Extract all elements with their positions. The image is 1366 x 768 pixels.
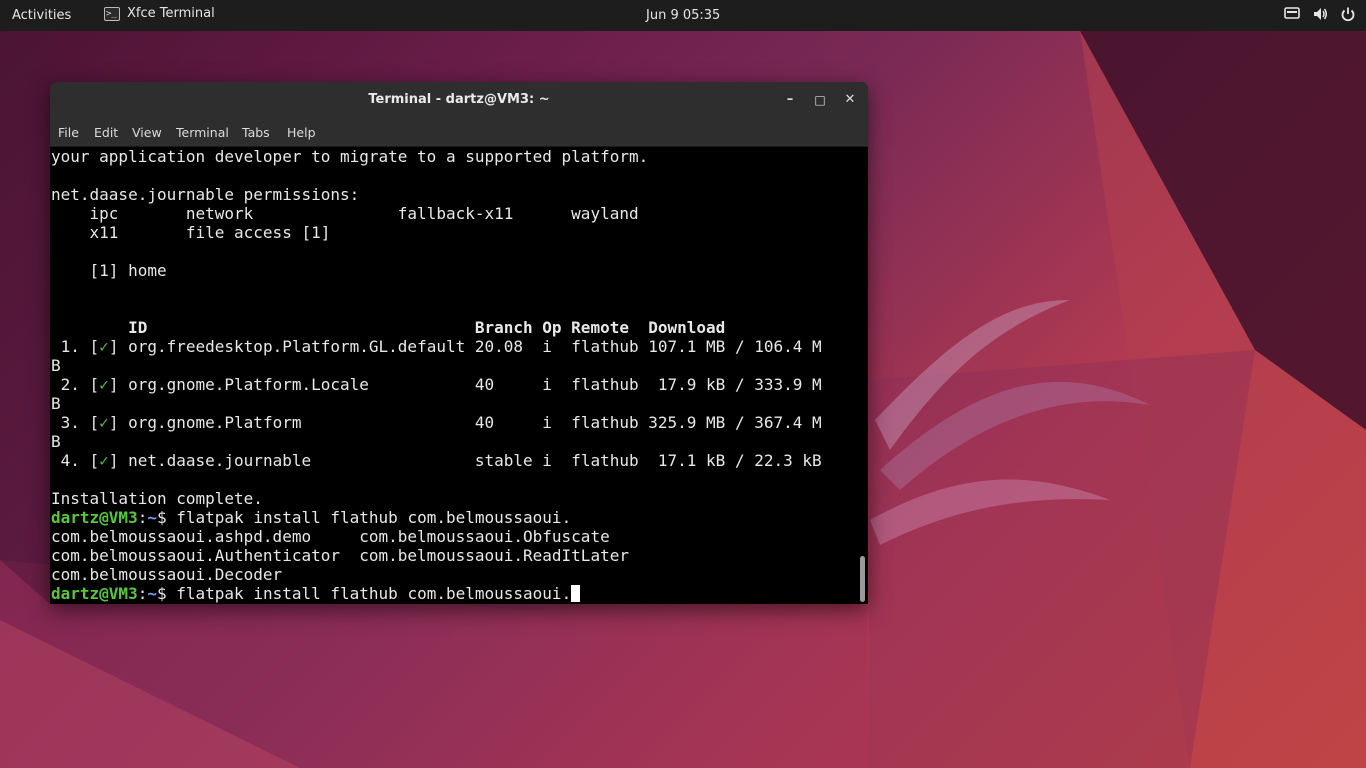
prompt-line[interactable]: dartz@VM3:~$ flatpak install flathub com… — [51, 584, 581, 603]
app-menu-button[interactable]: >_ Xfce Terminal — [104, 6, 215, 21]
terminal-icon: >_ — [104, 6, 120, 21]
app-name: Xfce Terminal — [127, 6, 215, 21]
row-text: ] org.freedesktop.Platform.GL.default 20… — [108, 337, 822, 356]
table-header: ID Branch Op Remote Download — [51, 318, 726, 337]
terminal-line: your application developer to migrate to… — [51, 147, 649, 166]
terminal-line: Installation complete. — [51, 489, 263, 508]
terminal-line: B — [51, 432, 61, 451]
prompt-separator: : — [137, 508, 148, 527]
table-row: 2. [✓] org.gnome.Platform.Locale 40 i fl… — [51, 375, 822, 394]
volume-icon — [1314, 8, 1327, 20]
title-bar[interactable]: Terminal - dartz@VM3: ~ – □ ✕ — [50, 82, 868, 118]
clock[interactable]: Jun 9 05:35 — [646, 8, 720, 23]
prompt-symbol: $ — [156, 508, 177, 527]
maximize-button[interactable]: □ — [809, 89, 831, 111]
activities-button[interactable]: Activities — [12, 8, 71, 23]
scrollbar-thumb[interactable] — [860, 556, 865, 602]
row-text: ] net.daase.journable stable i flathub 1… — [108, 451, 822, 470]
text-cursor — [571, 585, 581, 602]
row-number: 2. [ — [51, 375, 100, 394]
table-row: 3. [✓] org.gnome.Platform 40 i flathub 3… — [51, 413, 822, 432]
row-number: 1. [ — [51, 337, 100, 356]
window-title: Terminal - dartz@VM3: ~ — [368, 92, 550, 107]
terminal-line: net.daase.journable permissions: — [51, 185, 360, 204]
row-text: ] org.gnome.Platform.Locale 40 i flathub… — [108, 375, 822, 394]
menu-tabs[interactable]: Tabs — [242, 125, 270, 140]
terminal-line: B — [51, 356, 61, 375]
row-number: 3. [ — [51, 413, 100, 432]
menu-terminal[interactable]: Terminal — [176, 125, 229, 140]
prompt-symbol: $ — [156, 584, 177, 603]
table-row: 4. [✓] net.daase.journable stable i flat… — [51, 451, 822, 470]
power-icon — [1341, 7, 1355, 22]
completion-line: com.belmoussaoui.Authenticator com.belmo… — [51, 546, 629, 565]
row-number: 4. [ — [51, 451, 100, 470]
table-row: 1. [✓] org.freedesktop.Platform.GL.defau… — [51, 337, 822, 356]
menu-bar: File Edit View Terminal Tabs Help — [50, 118, 868, 147]
check-icon: ✓ — [99, 375, 109, 394]
prompt-user: dartz@VM3 — [51, 508, 138, 527]
command-input[interactable]: flatpak install flathub com.belmoussaoui… — [176, 584, 571, 603]
menu-view[interactable]: View — [132, 125, 162, 140]
minimize-button[interactable]: – — [779, 89, 801, 111]
terminal-line: ipc network fallback-x11 wayland — [51, 204, 639, 223]
check-icon: ✓ — [99, 337, 109, 356]
check-icon: ✓ — [99, 451, 109, 470]
completion-line: com.belmoussaoui.ashpd.demo com.belmouss… — [51, 527, 610, 546]
terminal-line: x11 file access [1] — [51, 223, 331, 242]
prompt-separator: : — [137, 584, 148, 603]
row-text: ] org.gnome.Platform 40 i flathub 325.9 … — [108, 413, 822, 432]
menu-help[interactable]: Help — [287, 125, 316, 140]
prompt-dir: ~ — [147, 508, 157, 527]
terminal-output[interactable]: your application developer to migrate to… — [50, 147, 856, 604]
display-icon — [1284, 7, 1300, 19]
prompt-user: dartz@VM3 — [51, 584, 138, 603]
menu-edit[interactable]: Edit — [94, 125, 118, 140]
vertical-scrollbar[interactable] — [856, 147, 868, 604]
command-text: flatpak install flathub com.belmoussaoui… — [176, 508, 572, 527]
system-tray[interactable] — [1284, 6, 1356, 22]
completion-line: com.belmoussaoui.Decoder — [51, 565, 283, 584]
terminal-window[interactable]: Terminal - dartz@VM3: ~ – □ ✕ File Edit … — [50, 82, 868, 604]
prompt-line: dartz@VM3:~$ flatpak install flathub com… — [51, 508, 571, 527]
menu-file[interactable]: File — [58, 125, 79, 140]
check-icon: ✓ — [99, 413, 109, 432]
top-bar: Activities >_ Xfce Terminal Jun 9 05:35 — [0, 0, 1366, 31]
prompt-dir: ~ — [147, 584, 157, 603]
close-button[interactable]: ✕ — [839, 89, 861, 111]
terminal-line: [1] home — [51, 261, 167, 280]
terminal-line: B — [51, 394, 61, 413]
